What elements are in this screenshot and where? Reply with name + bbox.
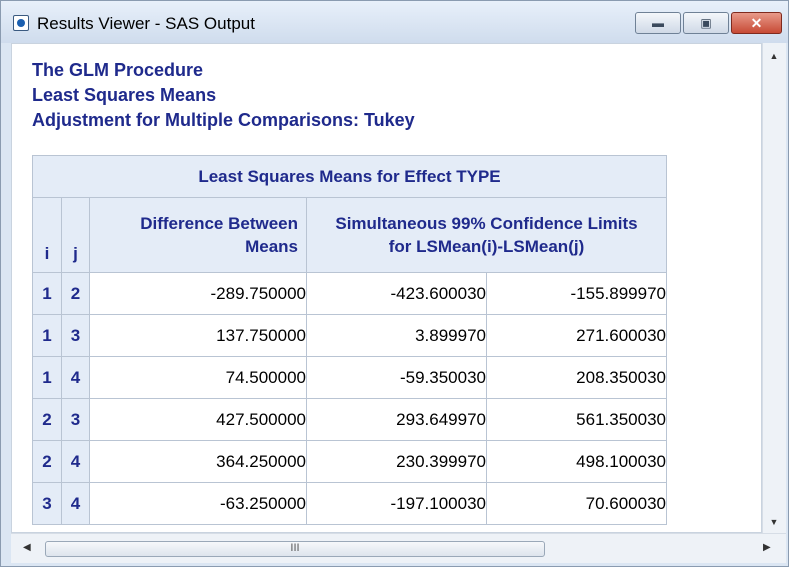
row-i-cell: 3	[32, 482, 62, 525]
lower-limit-cell: -197.100030	[306, 482, 487, 525]
scroll-up-arrow-icon[interactable]: ▲	[763, 51, 785, 61]
difference-cell: 137.750000	[89, 314, 307, 357]
column-header-j: j	[61, 197, 90, 273]
table-row: 3 4 -63.250000 -197.100030 70.600030	[32, 482, 667, 525]
scroll-right-arrow-icon[interactable]: ▶	[763, 542, 771, 553]
table-title: Least Squares Means for Effect TYPE	[32, 155, 667, 198]
lower-limit-cell: -59.350030	[306, 356, 487, 399]
table-row: 2 4 364.250000 230.399970 498.100030	[32, 440, 667, 483]
row-j-cell: 4	[61, 356, 90, 399]
horizontal-scroll-thumb[interactable]: III	[45, 541, 545, 557]
row-i-cell: 1	[32, 356, 62, 399]
table-row: 2 3 427.500000 293.649970 561.350030	[32, 398, 667, 441]
window-title: Results Viewer - SAS Output	[37, 14, 255, 33]
column-header-confidence-line2: for LSMean(i)-LSMean(j)	[388, 237, 585, 256]
row-j-cell: 3	[61, 398, 90, 441]
upper-limit-cell: 271.600030	[486, 314, 667, 357]
minimize-button[interactable]: ▬	[635, 12, 681, 34]
row-i-cell: 1	[32, 272, 62, 315]
difference-cell: -63.250000	[89, 482, 307, 525]
column-header-i: i	[32, 197, 62, 273]
difference-cell: 364.250000	[89, 440, 307, 483]
row-j-cell: 3	[61, 314, 90, 357]
maximize-icon: ▣	[700, 16, 712, 30]
upper-limit-cell: 498.100030	[486, 440, 667, 483]
row-j-cell: 4	[61, 440, 90, 483]
row-i-cell: 2	[32, 440, 62, 483]
difference-cell: 427.500000	[89, 398, 307, 441]
adjustment-title: Adjustment for Multiple Comparisons: Tuk…	[32, 110, 415, 130]
difference-cell: 74.500000	[89, 356, 307, 399]
results-viewer-window: Results Viewer - SAS Output ▬ ▣ ✕ The GL…	[0, 0, 789, 567]
upper-limit-cell: 561.350030	[486, 398, 667, 441]
column-header-difference: Difference Between Means	[89, 197, 307, 273]
row-i-cell: 2	[32, 398, 62, 441]
column-header-confidence-line1: Simultaneous 99% Confidence Limits	[335, 214, 638, 233]
table-row: 1 3 137.750000 3.899970 271.600030	[32, 314, 667, 357]
difference-cell: -289.750000	[89, 272, 307, 315]
horizontal-scrollbar[interactable]: ◀ III ▶	[11, 533, 786, 563]
column-header-confidence-limits: Simultaneous 99% Confidence Limits for L…	[306, 197, 667, 273]
scroll-left-arrow-icon[interactable]: ◀	[23, 542, 31, 553]
table-row: 1 2 -289.750000 -423.600030 -155.899970	[32, 272, 667, 315]
minimize-icon: ▬	[652, 16, 664, 30]
lsmeans-table: Least Squares Means for Effect TYPE i j …	[32, 155, 667, 525]
row-j-cell: 2	[61, 272, 90, 315]
upper-limit-cell: 70.600030	[486, 482, 667, 525]
row-i-cell: 1	[32, 314, 62, 357]
column-header-difference-line1: Difference Between	[140, 214, 298, 233]
output-pane: The GLM Procedure Least Squares Means Ad…	[11, 43, 762, 533]
sas-app-icon	[13, 15, 29, 31]
column-header-difference-line2: Means	[245, 237, 298, 256]
procedure-title: The GLM Procedure	[32, 60, 204, 80]
lower-limit-cell: 3.899970	[306, 314, 487, 357]
vertical-scrollbar[interactable]: ▲ ▼	[762, 43, 786, 533]
maximize-button[interactable]: ▣	[683, 12, 729, 34]
upper-limit-cell: -155.899970	[486, 272, 667, 315]
close-button[interactable]: ✕	[731, 12, 782, 34]
thumb-grip-icon: III	[290, 542, 300, 554]
lower-limit-cell: 230.399970	[306, 440, 487, 483]
section-title: Least Squares Means	[32, 85, 217, 105]
upper-limit-cell: 208.350030	[486, 356, 667, 399]
row-j-cell: 4	[61, 482, 90, 525]
table-row: 1 4 74.500000 -59.350030 208.350030	[32, 356, 667, 399]
lower-limit-cell: -423.600030	[306, 272, 487, 315]
title-bar[interactable]: Results Viewer - SAS Output ▬ ▣ ✕	[1, 1, 788, 43]
lower-limit-cell: 293.649970	[306, 398, 487, 441]
close-icon: ✕	[750, 15, 763, 31]
scroll-down-arrow-icon[interactable]: ▼	[763, 517, 785, 527]
